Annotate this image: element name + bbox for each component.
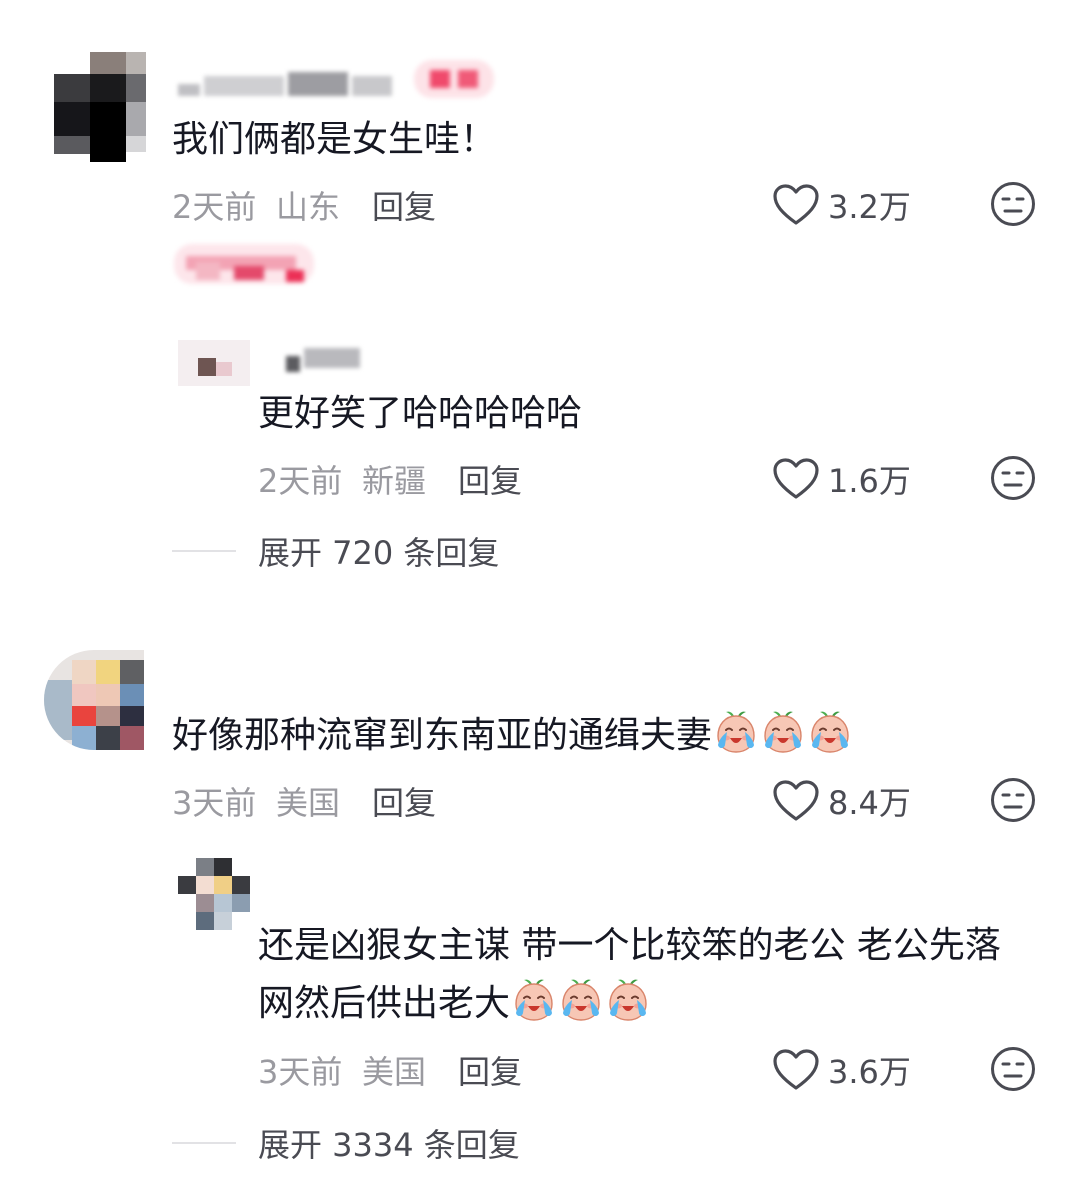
like-count: 1.6万 <box>828 462 911 500</box>
heart-outline-icon <box>773 458 819 499</box>
reply-button[interactable]: 回复 <box>458 456 522 502</box>
heart-outline-icon <box>773 1049 819 1090</box>
crying-peach-emoji <box>807 709 853 755</box>
username-blurred[interactable] <box>286 342 366 372</box>
crying-peach-emoji <box>558 977 604 1023</box>
reply-text-line-2: 网然后供出老大 <box>258 976 651 1032</box>
heart-outline-icon <box>773 184 819 225</box>
avatar[interactable] <box>44 650 144 750</box>
neutral-face-icon[interactable] <box>990 1046 1036 1092</box>
avatar[interactable] <box>178 340 250 386</box>
pinned-tag-blurred <box>174 244 314 284</box>
reply-location: 新疆 <box>362 462 427 500</box>
neutral-face-icon[interactable] <box>990 455 1036 501</box>
like-count: 3.6万 <box>828 1053 911 1091</box>
neutral-face-icon[interactable] <box>990 777 1036 823</box>
reply-time: 2天前 <box>258 462 343 500</box>
expand-replies-label: 展开 720 条回复 <box>258 534 500 572</box>
reply-button[interactable]: 回复 <box>458 1047 522 1093</box>
reply-button[interactable]: 回复 <box>372 182 436 228</box>
like-count: 8.4万 <box>828 784 911 822</box>
like-button[interactable]: 3.2万 <box>772 182 911 228</box>
like-button[interactable]: 3.6万 <box>772 1047 911 1093</box>
expand-replies-button[interactable]: 展开 3334 条回复 <box>172 1120 520 1166</box>
expand-replies-button[interactable]: 展开 720 条回复 <box>172 528 499 574</box>
comment-text: 好像那种流窜到东南亚的通缉夫妻 <box>172 708 853 764</box>
neutral-face-icon[interactable] <box>990 181 1036 227</box>
comment-text: 我们俩都是女生哇！ <box>172 119 497 160</box>
author-tag-blurred <box>414 60 494 98</box>
comment-time: 2天前 <box>172 188 257 226</box>
divider-line <box>172 1142 236 1144</box>
reply-location: 美国 <box>362 1053 427 1091</box>
reply-text: 更好笑了哈哈哈哈哈 <box>258 393 583 434</box>
comment-location: 山东 <box>276 188 341 226</box>
reply-text-line-1: 还是凶狠女主谋 带一个比较笨的老公 老公先落 <box>258 925 1001 966</box>
avatar[interactable] <box>178 858 250 930</box>
like-button[interactable]: 1.6万 <box>772 456 911 502</box>
reply-text-content: 网然后供出老大 <box>258 983 511 1024</box>
expand-replies-label: 展开 3334 条回复 <box>258 1126 520 1164</box>
like-count: 3.2万 <box>828 188 911 226</box>
crying-peach-emoji <box>605 977 651 1023</box>
reply-button[interactable]: 回复 <box>372 778 436 824</box>
divider-line <box>172 550 236 552</box>
comment-text-content: 好像那种流窜到东南亚的通缉夫妻 <box>172 715 713 756</box>
username-blurred[interactable] <box>178 70 398 98</box>
heart-outline-icon <box>773 780 819 821</box>
comment-time: 3天前 <box>172 784 257 822</box>
comment-location: 美国 <box>276 784 341 822</box>
crying-peach-emoji <box>511 977 557 1023</box>
avatar[interactable] <box>54 52 146 162</box>
crying-peach-emoji <box>713 709 759 755</box>
like-button[interactable]: 8.4万 <box>772 778 911 824</box>
reply-time: 3天前 <box>258 1053 343 1091</box>
crying-peach-emoji <box>760 709 806 755</box>
